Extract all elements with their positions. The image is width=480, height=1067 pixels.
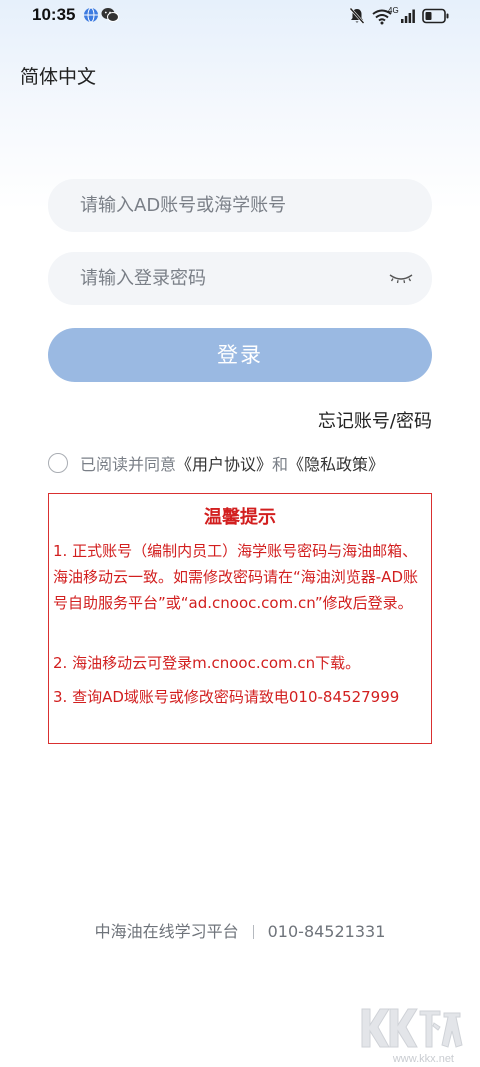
footer-divider (252, 925, 254, 939)
wechat-icon (101, 8, 119, 22)
agreement-prefix: 已阅读并同意 (80, 455, 177, 474)
privacy-policy-link[interactable]: 《隐私政策》 (288, 451, 384, 475)
password-field (48, 252, 432, 305)
account-field (48, 179, 432, 232)
notice-box: 温馨提示 1. 正式账号（编制内员工）海学账号密码与海油邮箱、海油移动云一致。如… (48, 493, 432, 744)
notice-item-1: 1. 正式账号（编制内员工）海学账号密码与海油邮箱、海油移动云一致。如需修改密码… (53, 542, 418, 612)
notice-item-3: 3. 查询AD域账号或修改密码请致电010-84527999 (53, 688, 400, 706)
status-time: 10:35 (32, 5, 76, 24)
battery-icon (422, 8, 449, 24)
footer: 中海油在线学习平台 010-84521331 (0, 918, 480, 942)
notice-item-2: 2. 海油移动云可登录m.cnooc.com.cn下载。 (53, 654, 361, 672)
account-input[interactable] (80, 179, 370, 232)
notice-title: 温馨提示 (204, 507, 276, 528)
status-bar: 10:35 4G (0, 0, 480, 32)
forgot-password-link[interactable]: 忘记账号/密码 (318, 407, 432, 433)
footer-platform: 中海油在线学习平台 (94, 922, 239, 941)
mute-icon (349, 7, 365, 24)
agreement-checkbox[interactable] (48, 453, 68, 473)
footer-phone: 010-84521331 (267, 922, 386, 941)
watermark-url: www.kkx.net (392, 1053, 454, 1065)
browser-icon (84, 7, 98, 23)
password-input[interactable] (80, 252, 370, 305)
eye-closed-icon[interactable] (388, 270, 414, 286)
login-button[interactable]: 登录 (48, 328, 432, 382)
user-agreement-link[interactable]: 《用户协议》 (176, 451, 272, 475)
wifi-group: 4G (372, 6, 399, 25)
agreement-row: 已阅读并同意 《用户协议》 和 《隐私政策》 (48, 451, 384, 475)
language-selector[interactable]: 简体中文 (20, 62, 96, 89)
signal-icon (401, 9, 415, 23)
network-type: 4G (388, 6, 399, 15)
agreement-and: 和 (272, 455, 289, 474)
status-icons: 4G (349, 6, 450, 26)
